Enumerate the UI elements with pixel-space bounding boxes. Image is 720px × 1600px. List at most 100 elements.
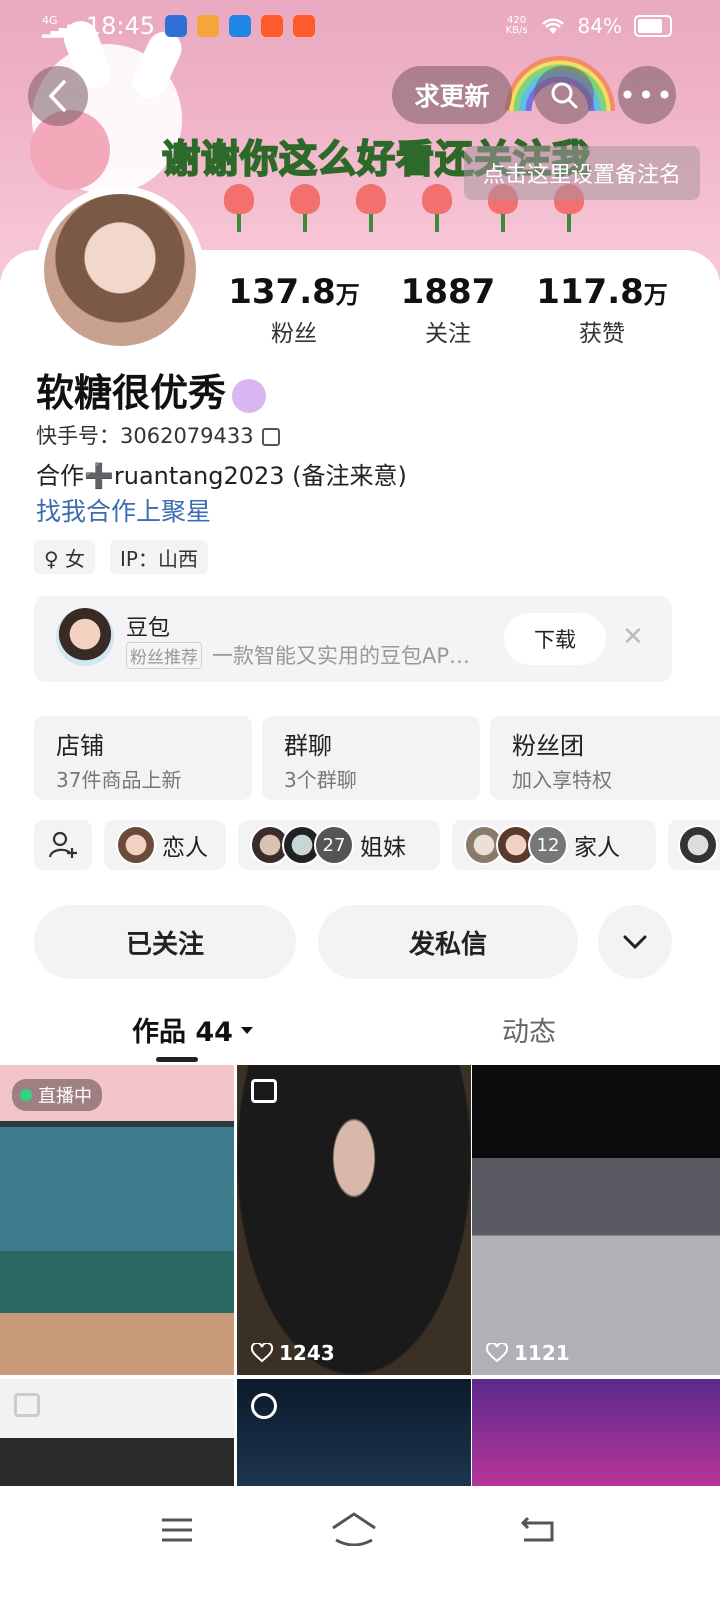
heart-icon [251,1343,273,1363]
download-button[interactable]: 下载 [504,613,606,665]
relation-chip-lover[interactable]: 恋人 [104,820,226,870]
kuaishou-notification-icon [293,15,316,37]
group-chat-title: 群聊 [284,732,332,760]
video-tile[interactable] [237,1379,471,1486]
more-dots-icon: ••• [619,78,675,112]
relation-label: 家人 [574,835,620,861]
like-count-value: 1243 [279,1341,335,1365]
heart-icon [486,1343,508,1363]
add-relation-button[interactable] [34,820,92,870]
likes-stat[interactable]: 117.8万 获赞 [522,272,682,348]
menu-icon[interactable] [160,1516,194,1544]
image-icon [14,1393,40,1417]
relation-label: 恋人 [162,835,208,861]
relation-label: 姐妹 [360,835,406,861]
tulip-icon [290,184,320,232]
chevron-left-icon [48,80,66,112]
search-icon [551,82,578,109]
username-text: 软糖很优秀 [36,371,227,415]
video-tile-live[interactable]: 直播中 [0,1065,234,1375]
fan-club-title: 粉丝团 [512,732,584,760]
avatar[interactable] [44,194,196,346]
wifi-icon [541,18,564,34]
followers-count: 137.8 [228,272,336,312]
followed-button[interactable]: 已关注 [34,905,296,979]
like-count-value: 1121 [514,1341,570,1365]
tab-works[interactable]: 作品 44 [132,1010,255,1049]
live-badge-label: 直播中 [38,1086,92,1107]
video-tile[interactable] [472,1379,720,1486]
status-bar: 4G ▂▄▆█ 18:45 420 KB/s 84% [0,0,720,52]
relation-avatar [678,825,718,865]
app-notification-icon [229,15,252,37]
bio: 合作➕ruantang2023 (备注来意) [36,462,407,490]
image-icon [251,1079,277,1103]
profile-name: 软糖很优秀 [36,362,267,417]
system-nav-bar [0,1486,720,1600]
app-title: 豆包 [126,616,171,641]
message-button[interactable]: 发私信 [318,905,578,979]
add-person-icon [48,831,77,858]
video-tile[interactable]: 1243 [237,1065,471,1375]
video-tile[interactable]: 1121 [472,1065,720,1375]
kuaishou-id: 快手号：3062079433 [36,420,280,450]
following-count: 1887 [400,272,496,312]
set-remark-button[interactable]: 点击这里设置备注名 [464,146,700,200]
chevron-down-icon [623,935,647,950]
kuaishou-id-text: 快手号：3062079433 [36,424,254,448]
tulip-icon [422,184,452,232]
live-dot-icon [20,1089,32,1101]
shop-card[interactable]: 店铺 37件商品上新 [34,716,252,800]
shop-subtitle: 37件商品上新 [56,768,182,792]
followers-unit: 万 [335,281,360,309]
tab-indicator [156,1057,198,1062]
likes-unit: 万 [643,281,668,309]
relation-chip-family[interactable]: 12 家人 [452,820,656,870]
fan-recommend-badge: 粉丝推荐 [126,642,202,669]
relation-count: 27 [314,825,354,865]
like-count: 1243 [251,1341,335,1365]
gender-tag: ♀ 女 [34,540,96,574]
signal-icon: 4G ▂▄▆█ [42,14,76,38]
app-notification-icon [165,15,188,37]
close-icon[interactable]: ✕ [622,622,644,652]
back-button[interactable] [28,66,88,126]
group-chat-card[interactable]: 群聊 3个群聊 [262,716,480,800]
unicorn-icon [232,378,267,413]
following-stat[interactable]: 1887 关注 [368,272,528,348]
kuaishou-notification-icon [261,15,284,37]
likes-count: 117.8 [536,272,644,312]
home-icon[interactable] [330,1510,378,1546]
app-description: 一款智能又实用的豆包AP… [212,644,471,668]
tulip-icon [224,184,254,232]
live-photo-icon [251,1393,277,1419]
followers-stat[interactable]: 137.8万 粉丝 [214,272,374,348]
app-avatar [56,608,114,666]
video-tile[interactable] [0,1379,234,1486]
likes-label: 获赞 [579,321,625,347]
battery-icon [634,15,672,37]
more-button[interactable]: ••• [618,66,676,124]
request-update-button[interactable]: 求更新 [392,66,512,124]
expand-button[interactable] [598,905,672,979]
relation-avatar [116,825,156,865]
tab-dynamic[interactable]: 动态 [502,1010,556,1049]
copy-icon[interactable] [261,428,280,446]
status-time: 18:45 [85,12,156,40]
live-badge: 直播中 [12,1079,102,1111]
shop-title: 店铺 [56,732,104,760]
ip-tag: IP：山西 [110,540,208,574]
like-count: 1121 [486,1341,570,1365]
relation-count: 12 [528,825,568,865]
group-chat-subtitle: 3个群聊 [284,768,357,792]
relation-chip-more[interactable] [668,820,720,870]
caret-down-icon [240,1026,253,1034]
back-nav-icon[interactable] [520,1514,556,1544]
collab-link[interactable]: 找我合作上聚星 [36,492,211,528]
tulip-icon [356,184,386,232]
net-speed: 420 KB/s [505,15,528,36]
fan-club-card[interactable]: 粉丝团 加入享特权 [490,716,720,800]
search-button[interactable] [534,66,594,124]
fan-club-subtitle: 加入享特权 [512,768,612,792]
relation-chip-sisters[interactable]: 27 姐妹 [238,820,440,870]
